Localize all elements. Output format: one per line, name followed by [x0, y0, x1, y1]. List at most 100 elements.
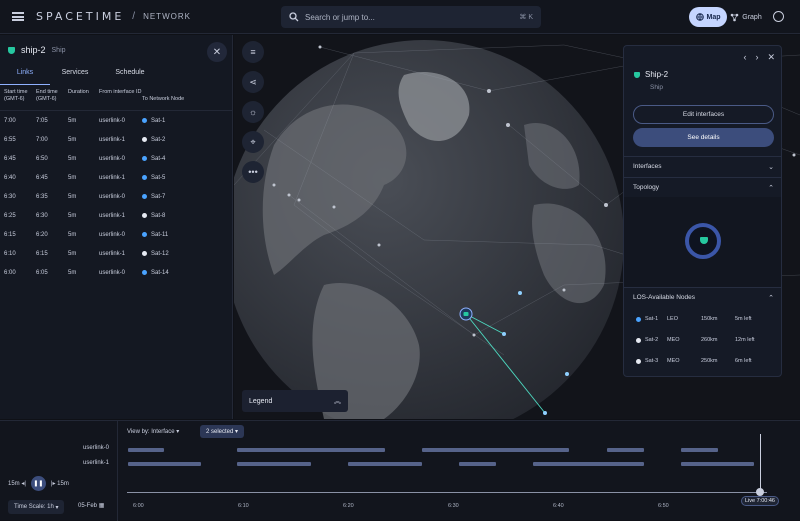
satellite-dot-icon — [142, 194, 147, 199]
satellite-dot-icon — [142, 175, 147, 180]
chevron-right-icon[interactable]: › — [755, 52, 758, 63]
view-by-select[interactable]: View by: Interface ▾ — [127, 428, 179, 435]
share-button[interactable]: ⋖ — [242, 71, 264, 93]
tab-links[interactable]: Links — [0, 69, 50, 85]
cell-end: 6:15 — [36, 250, 48, 257]
table-row[interactable]: 6:40 6:45 5m userlink-1 Sat-5 — [0, 168, 233, 187]
current-time-handle[interactable] — [756, 488, 764, 496]
track-bar[interactable] — [459, 462, 496, 466]
column-header-start[interactable]: Start time (GMT-6) — [0, 89, 36, 110]
los-section[interactable]: LOS-Available Nodes ⌃ — [624, 287, 781, 307]
cell-to: Sat-11 — [142, 232, 232, 238]
lighting-button[interactable]: ☼ — [242, 101, 264, 123]
menu-icon[interactable] — [12, 12, 24, 21]
tab-schedule[interactable]: Schedule — [100, 69, 160, 85]
cell-to-text: Sat-14 — [151, 269, 169, 276]
los-node-orbit: MEO — [667, 358, 680, 364]
forward-label: 15m — [57, 481, 69, 487]
time-axis[interactable] — [127, 492, 767, 493]
close-icon[interactable]: ✕ — [767, 52, 775, 63]
chevron-up-icon: ⌃ — [768, 184, 774, 192]
topology-node[interactable] — [685, 223, 721, 259]
see-details-button[interactable]: See details — [633, 128, 774, 147]
cell-end: 6:35 — [36, 193, 48, 200]
selection-select[interactable]: 2 selected ▾ — [200, 425, 245, 438]
track-bar[interactable] — [533, 462, 644, 466]
time-scale-select[interactable]: Time Scale: 1h ▾ — [8, 500, 65, 514]
cell-duration: 5m — [68, 269, 77, 276]
map-view-button[interactable]: Map — [689, 7, 727, 27]
close-panel-button[interactable]: ✕ — [207, 42, 227, 62]
track-bar[interactable] — [237, 448, 385, 452]
top-bar: SPACETIME / NETWORK ⌘ K Map Graph — [0, 0, 800, 34]
graph-view-button[interactable]: Graph — [729, 7, 763, 27]
los-node-row[interactable]: Sat-1 LEO 150km 5m left — [636, 312, 776, 326]
playback-controls: 15m ◂| ❚❚ |▸ 15m — [8, 476, 69, 491]
search-bar[interactable]: ⌘ K — [281, 6, 541, 28]
los-node-distance: 260km — [701, 337, 718, 343]
topology-section[interactable]: Topology ⌃ — [624, 177, 781, 197]
pause-button[interactable]: ❚❚ — [30, 476, 46, 491]
table-row[interactable]: 6:25 6:30 5m userlink-1 Sat-8 — [0, 206, 233, 225]
cell-duration: 5m — [68, 155, 77, 162]
filter-button[interactable]: ≡ — [242, 41, 264, 63]
caret-down-icon: ▾ — [235, 429, 239, 435]
cell-end: 6:05 — [36, 269, 48, 276]
track-bar[interactable] — [348, 462, 422, 466]
los-node-row[interactable]: Sat-3 MEO 250km 6m left — [636, 354, 776, 368]
table-row[interactable]: 6:10 6:15 5m userlink-1 Sat-12 — [0, 244, 233, 263]
focus-button[interactable]: ⌖ — [242, 131, 264, 153]
table-row[interactable]: 6:55 7:00 5m userlink-1 Sat-2 — [0, 130, 233, 149]
more-button[interactable]: ••• — [242, 161, 264, 183]
track-bar[interactable] — [607, 448, 644, 452]
rewind-button[interactable]: 15m ◂| — [8, 480, 26, 487]
cell-to: Sat-1 — [142, 118, 232, 124]
cell-duration: 5m — [68, 231, 77, 238]
interfaces-section[interactable]: Interfaces ⌄ — [624, 156, 781, 176]
date-picker[interactable]: 05-Feb ▦ — [78, 502, 104, 509]
track-bar[interactable] — [237, 462, 311, 466]
cell-from: userlink-0 — [99, 155, 126, 162]
cell-start: 6:00 — [4, 269, 16, 276]
search-input[interactable] — [305, 12, 495, 22]
topology-view — [624, 197, 781, 287]
track-bar[interactable] — [128, 448, 164, 452]
los-label: LOS-Available Nodes — [633, 294, 696, 301]
live-time-badge[interactable]: Live 7:00:46 — [741, 496, 779, 506]
chevron-left-icon[interactable]: ‹ — [743, 52, 746, 63]
track-bar[interactable] — [422, 448, 569, 452]
track-bar[interactable] — [681, 448, 718, 452]
tab-services[interactable]: Services — [50, 69, 100, 85]
table-row[interactable]: 6:15 6:20 5m userlink-0 Sat-11 — [0, 225, 233, 244]
column-header-end[interactable]: End time (GMT-6) — [36, 89, 68, 110]
track-bar[interactable] — [128, 462, 201, 466]
rewind-icon: ◂| — [21, 481, 26, 487]
cell-duration: 5m — [68, 174, 77, 181]
cell-to-text: Sat-1 — [151, 117, 166, 124]
cell-to: Sat-8 — [142, 213, 232, 219]
user-account-icon[interactable] — [773, 11, 784, 22]
track-bar[interactable] — [681, 462, 754, 466]
share-icon: ⋖ — [249, 76, 257, 87]
satellite-dot-icon — [142, 137, 147, 142]
column-header-duration[interactable]: Duration — [68, 89, 99, 110]
graph-view-label: Graph — [742, 13, 762, 21]
table-row[interactable]: 6:00 6:05 5m userlink-0 Sat-14 — [0, 263, 233, 282]
cell-start: 6:45 — [4, 155, 16, 162]
cell-start: 7:00 — [4, 117, 16, 124]
cell-end: 6:45 — [36, 174, 48, 181]
table-row[interactable]: 6:30 6:35 5m userlink-0 Sat-7 — [0, 187, 233, 206]
table-row[interactable]: 6:45 6:50 5m userlink-0 Sat-4 — [0, 149, 233, 168]
cell-end: 7:05 — [36, 117, 48, 124]
ship-marker[interactable] — [459, 307, 473, 321]
forward-button[interactable]: |▸ 15m — [51, 480, 69, 487]
column-header-from[interactable]: From interface ID — [99, 89, 142, 110]
satellite-dot-icon — [142, 270, 147, 275]
filter-icon: ≡ — [250, 47, 256, 57]
column-header-to[interactable]: To Network Node — [142, 89, 232, 110]
los-node-row[interactable]: Sat-2 MEO 260km 12m left — [636, 333, 776, 347]
legend-toggle[interactable]: Legend ︽ — [242, 390, 348, 412]
table-row[interactable]: 7:00 7:05 5m userlink-0 Sat-1 — [0, 111, 233, 130]
cell-to-text: Sat-7 — [151, 193, 166, 200]
edit-interfaces-button[interactable]: Edit interfaces — [633, 105, 774, 124]
